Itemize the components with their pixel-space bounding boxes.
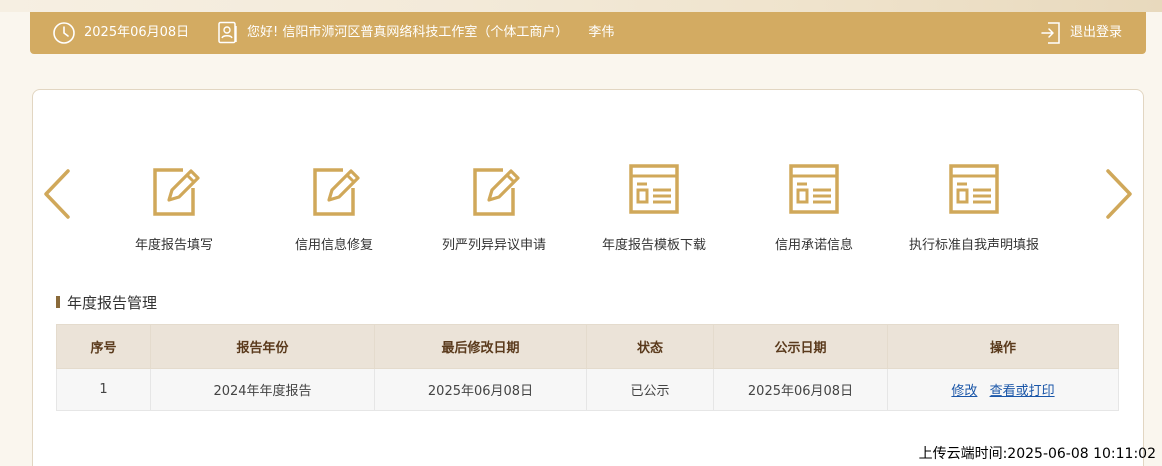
menu-item-label: 年度报告模板下载 [601,238,706,253]
cell-year: 2024年年度报告 [150,368,375,411]
header-date: 2025年06月08日 [52,21,189,45]
menu-item-credit-commitment[interactable]: 信用承诺信息 [734,160,894,260]
document-window-icon [629,164,679,214]
column-header-actions: 操作 [887,324,1119,369]
annual-report-table: 序号 报告年份 最后修改日期 状态 公示日期 操作 1 2024年年度报告 20… [56,324,1119,411]
chevron-right-icon [1106,169,1132,219]
menu-item-credit-repair[interactable]: 信用信息修复 [254,160,414,260]
menu-item-label: 信用承诺信息 [774,238,853,253]
top-decoration [0,0,1162,12]
menu-item-label: 列严列异异议申请 [441,238,546,253]
view-or-print-link[interactable]: 查看或打印 [990,384,1055,399]
menu-item-standard-declaration[interactable]: 执行标准自我声明填报 [894,160,1054,260]
table-row: 1 2024年年度报告 2025年06月08日 已公示 2025年06月08日 … [56,368,1119,411]
clock-icon [52,21,76,45]
column-header-status: 状态 [586,324,714,369]
user-name: 李伟 [588,25,615,40]
section-title-text: 年度报告管理 [67,293,158,312]
cell-status: 已公示 [586,368,714,411]
menu-item-template-download[interactable]: 年度报告模板下载 [574,160,734,260]
logout-label: 退出登录 [1069,25,1122,40]
section-title: 年度报告管理 [56,292,157,312]
menu-item-label: 信用信息修复 [294,238,373,253]
column-header-modified: 最后修改日期 [374,324,587,369]
table-header-row: 序号 报告年份 最后修改日期 状态 公示日期 操作 [56,324,1119,369]
greeting-text: 您好! 信阳市浉河区普真网络科技工作室（个体工商户） [247,25,569,40]
document-window-icon [789,164,839,214]
carousel-prev-button[interactable] [42,168,72,220]
section-marker [56,296,60,308]
column-header-published: 公示日期 [713,324,888,369]
edit-form-icon [153,168,200,216]
menu-item-annual-report[interactable]: 年度报告填写 [94,160,254,260]
cell-actions: 修改 查看或打印 [887,368,1119,411]
edit-form-icon [313,168,360,216]
document-window-icon [949,164,999,214]
menu-item-objection-application[interactable]: 列严列异异议申请 [414,160,574,260]
column-header-index: 序号 [56,324,151,369]
menu-item-label: 执行标准自我声明填报 [908,238,1039,253]
carousel-next-button[interactable] [1104,168,1134,220]
top-bar: 2025年06月08日 您好! 信阳市浉河区普真网络科技工作室（个体工商户） 李… [30,12,1146,54]
cell-published: 2025年06月08日 [713,368,888,411]
cell-index: 1 [56,368,151,411]
chevron-left-icon [44,169,70,219]
logout-icon [1040,21,1062,45]
user-card-icon [217,21,239,45]
edit-link[interactable]: 修改 [951,384,977,399]
cell-modified: 2025年06月08日 [374,368,587,411]
upload-time: 上传云端时间:2025-06-08 10:11:02 [918,446,1156,462]
logout-button[interactable]: 退出登录 [1040,21,1122,45]
edit-form-icon [473,168,520,216]
header-date-text: 2025年06月08日 [84,25,190,40]
menu-item-label: 年度报告填写 [134,238,213,253]
column-header-year: 报告年份 [150,324,375,369]
header-greeting: 您好! 信阳市浉河区普真网络科技工作室（个体工商户） 李伟 [217,21,614,45]
